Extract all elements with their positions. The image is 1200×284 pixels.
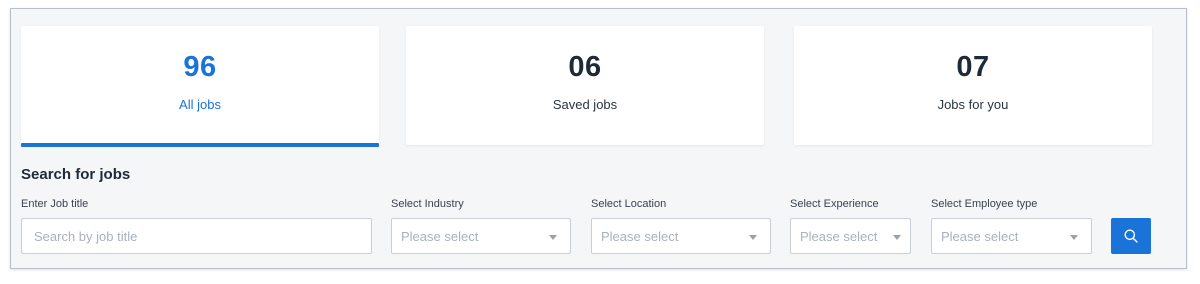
industry-select-value: Please select (401, 228, 479, 244)
experience-select[interactable]: Please select (790, 218, 911, 254)
stat-card-all-jobs[interactable]: 96 All jobs (21, 26, 379, 147)
location-label: Select Location (591, 198, 667, 210)
experience-label: Select Experience (790, 198, 879, 210)
industry-label: Select Industry (391, 198, 464, 210)
search-icon (1124, 229, 1138, 243)
location-select[interactable]: Please select (591, 218, 771, 254)
stat-value: 96 (183, 51, 217, 83)
location-select-value: Please select (601, 228, 679, 244)
chevron-down-icon (749, 235, 757, 240)
job-title-input[interactable] (34, 228, 371, 244)
stat-card-jobs-for-you[interactable]: 07 Jobs for you (794, 26, 1152, 145)
chevron-down-icon (549, 235, 557, 240)
stat-label: Jobs for you (937, 97, 1009, 112)
stat-value: 06 (568, 51, 602, 83)
employee-type-label: Select Employee type (931, 198, 1038, 210)
employee-type-select[interactable]: Please select (931, 218, 1092, 254)
search-button[interactable] (1111, 218, 1151, 254)
stat-card-saved-jobs[interactable]: 06 Saved jobs (406, 26, 764, 145)
job-title-field-wrapper (21, 218, 372, 254)
jobs-panel: 96 All jobs 06 Saved jobs 07 Jobs for yo… (10, 8, 1187, 269)
search-section-title: Search for jobs (21, 166, 131, 183)
employee-type-select-value: Please select (941, 228, 1019, 244)
stat-label: Saved jobs (552, 97, 618, 112)
experience-select-value: Please select (800, 228, 878, 244)
stat-label: All jobs (179, 97, 221, 112)
chevron-down-icon (893, 235, 901, 240)
stat-value: 07 (956, 51, 990, 83)
industry-select[interactable]: Please select (391, 218, 571, 254)
chevron-down-icon (1070, 235, 1078, 240)
job-title-label: Enter Job title (21, 198, 89, 210)
